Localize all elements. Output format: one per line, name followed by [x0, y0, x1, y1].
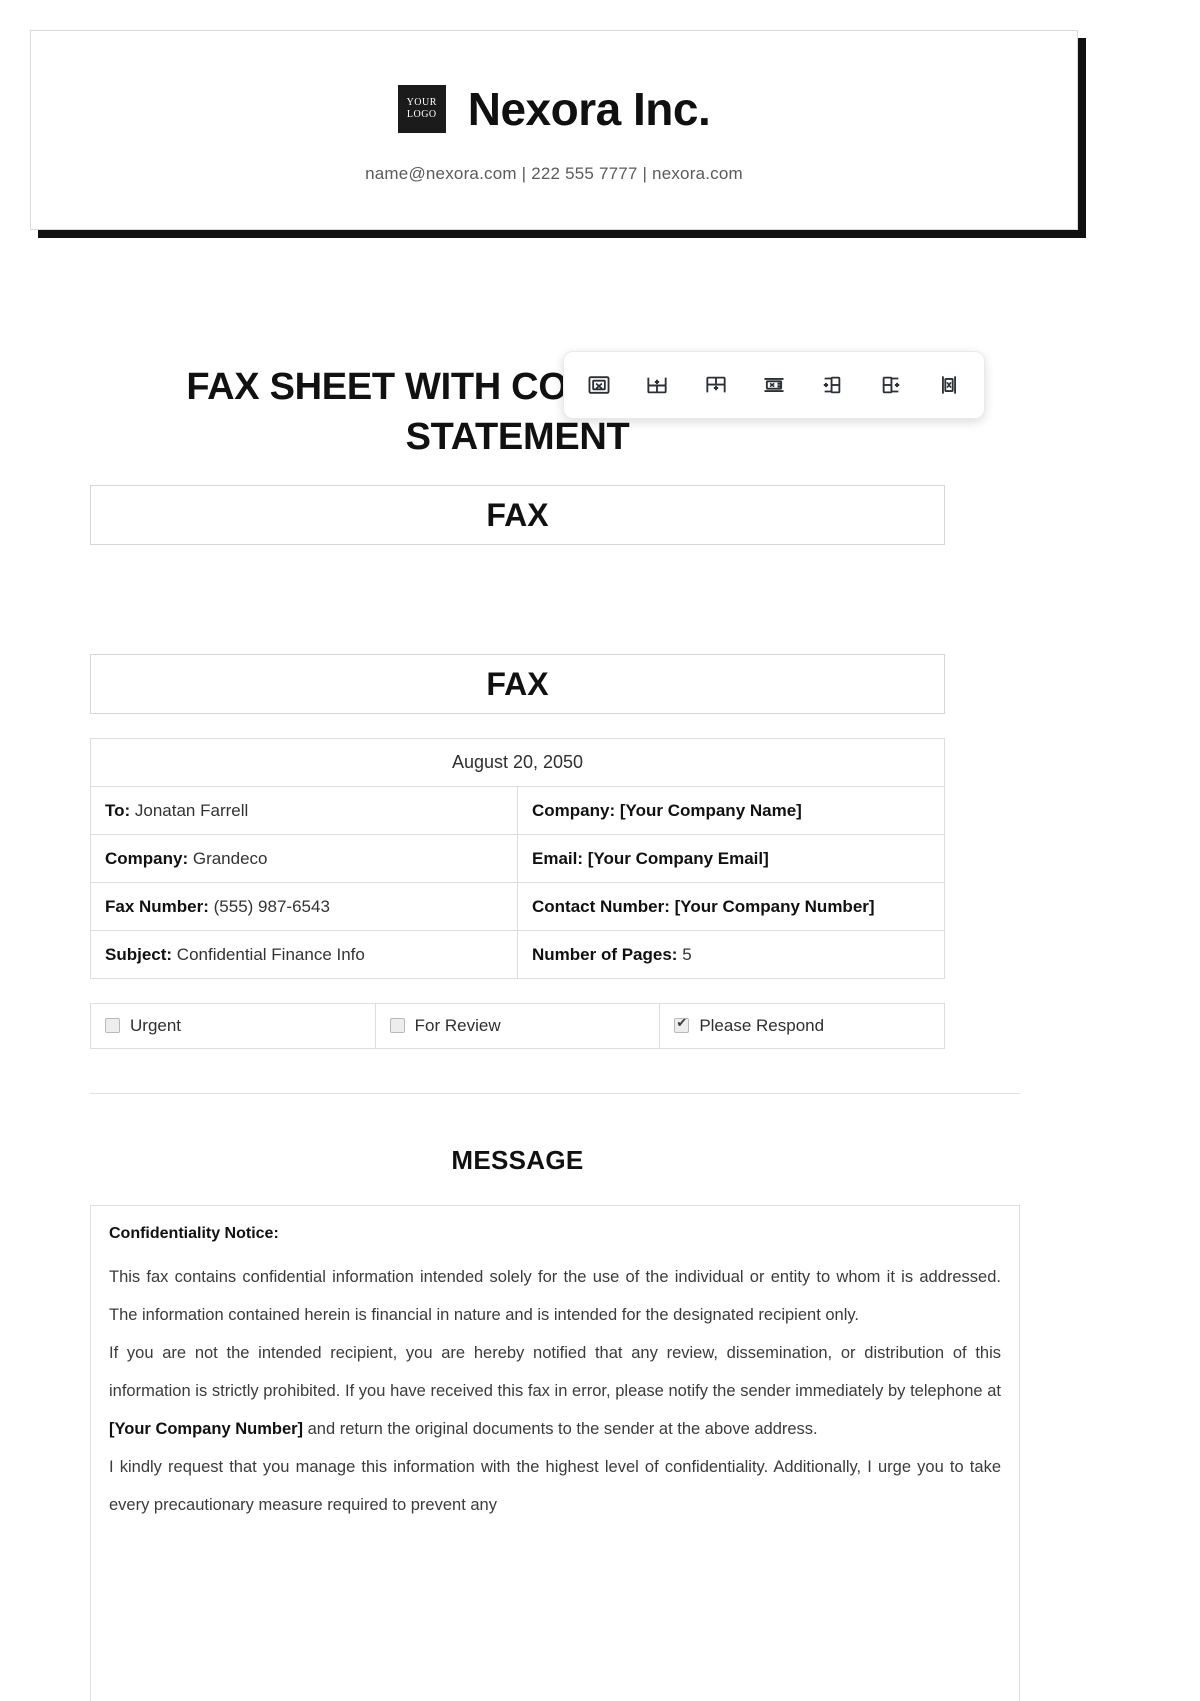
brand-row: YOUR LOGO Nexora Inc. — [397, 82, 711, 136]
cell-company-right-value: [Your Company Name] — [615, 800, 802, 820]
table-row-date[interactable]: August 20, 2050 — [90, 738, 945, 787]
checkbox-for-review-icon[interactable] — [389, 1018, 405, 1033]
letterhead: YOUR LOGO Nexora Inc. name@nexora.com | … — [30, 30, 1086, 238]
checkbox-please-respond-label: Please Respond — [699, 1016, 825, 1035]
checkbox-urgent-label: Urgent — [130, 1016, 182, 1035]
table-row[interactable]: Company: Grandeco Email: [Your Company E… — [90, 834, 945, 883]
confidentiality-notice-title: Confidentiality Notice: — [109, 1225, 279, 1242]
cell-company-left-label: Company: — [105, 848, 189, 868]
fax-flags-table[interactable]: Urgent For Review Please Respond — [90, 1003, 945, 1049]
insert-column-left-icon[interactable] — [810, 363, 854, 407]
cell-to-value: Jonatan Farrell — [130, 800, 249, 820]
cell-number-of-pages-label: Number of Pages: — [532, 944, 678, 964]
cell-fax-number[interactable]: Fax Number: (555) 987-6543 — [90, 882, 518, 931]
checkbox-cell-for-review[interactable]: For Review — [374, 1003, 661, 1049]
cell-fax-number-label: Fax Number: — [105, 896, 209, 916]
logo-line-1: YOUR — [406, 97, 437, 108]
message-paragraph-2-placeholder: [Your Company Number] — [109, 1420, 304, 1438]
fax-banner-secondary: FAX — [90, 654, 945, 714]
table-row[interactable]: Urgent For Review Please Respond — [90, 1003, 945, 1049]
cell-fax-number-value: (555) 987-6543 — [208, 896, 330, 916]
delete-column-icon[interactable] — [927, 363, 971, 407]
fax-date-cell[interactable]: August 20, 2050 — [90, 738, 945, 787]
message-paragraph-2-part-a: If you are not the intended recipient, y… — [109, 1344, 1001, 1400]
table-row[interactable]: To: Jonatan Farrell Company: [Your Compa… — [90, 786, 945, 835]
message-body[interactable]: Confidentiality Notice: This fax contain… — [90, 1205, 1020, 1701]
cell-contact-number-value: [Your Company Number] — [669, 896, 875, 916]
checkbox-for-review-label: For Review — [414, 1016, 501, 1035]
message-paragraph-3: I kindly request that you manage this in… — [109, 1458, 1001, 1514]
table-row[interactable]: Fax Number: (555) 987-6543 Contact Numbe… — [90, 882, 945, 931]
message-heading: MESSAGE — [451, 1145, 584, 1175]
cell-number-of-pages-value: 5 — [677, 944, 692, 964]
checkbox-cell-please-respond[interactable]: Please Respond — [659, 1003, 945, 1049]
your-logo-icon: YOUR LOGO — [397, 85, 446, 133]
fax-banner-primary: FAX — [90, 485, 945, 545]
table-row[interactable]: Subject: Confidential Finance Info Numbe… — [90, 930, 945, 979]
cell-company-right-label: Company: — [532, 800, 616, 820]
logo-line-2: LOGO — [406, 109, 437, 120]
cell-subject-label: Subject: — [105, 944, 173, 964]
cell-company-left[interactable]: Company: Grandeco — [90, 834, 518, 883]
cell-subject-value: Confidential Finance Info — [172, 944, 365, 964]
letterhead-card: YOUR LOGO Nexora Inc. name@nexora.com | … — [30, 30, 1078, 230]
checkbox-urgent-icon[interactable] — [105, 1018, 120, 1033]
cell-company-left-value: Grandeco — [188, 848, 268, 868]
cell-number-of-pages[interactable]: Number of Pages: 5 — [517, 930, 945, 979]
message-paragraph-2-part-b: and return the original documents to the… — [303, 1420, 818, 1438]
checkbox-cell-urgent[interactable]: Urgent — [90, 1003, 376, 1049]
cell-email-value: [Your Company Email] — [583, 848, 769, 868]
cell-contact-number[interactable]: Contact Number: [Your Company Number] — [517, 882, 945, 931]
checkbox-please-respond-icon[interactable] — [674, 1015, 690, 1033]
cell-to-label: To: — [105, 800, 131, 820]
company-name: Nexora Inc. — [467, 83, 711, 135]
insert-row-above-icon[interactable] — [694, 363, 738, 407]
insert-column-right-icon[interactable] — [869, 363, 913, 407]
message-paragraph-1: This fax contains confidential informati… — [109, 1268, 1001, 1324]
fax-info-table[interactable]: August 20, 2050 To: Jonatan Farrell Comp… — [90, 738, 945, 979]
cell-contact-number-label: Contact Number: — [532, 896, 670, 916]
delete-row-icon[interactable] — [752, 363, 796, 407]
cell-email[interactable]: Email: [Your Company Email] — [517, 834, 945, 883]
contact-line: name@nexora.com | 222 555 7777 | nexora.… — [365, 164, 743, 183]
section-divider — [90, 1093, 1020, 1094]
table-edit-toolbar[interactable] — [563, 351, 985, 419]
cell-email-label: Email: — [532, 848, 584, 868]
delete-table-icon[interactable] — [577, 363, 621, 407]
cell-company-right[interactable]: Company: [Your Company Name] — [517, 786, 945, 835]
cell-subject[interactable]: Subject: Confidential Finance Info — [90, 930, 518, 979]
message-paragraph-2: If you are not the intended recipient, y… — [109, 1334, 1001, 1448]
cell-to[interactable]: To: Jonatan Farrell — [90, 786, 518, 835]
insert-row-below-icon[interactable] — [635, 363, 679, 407]
